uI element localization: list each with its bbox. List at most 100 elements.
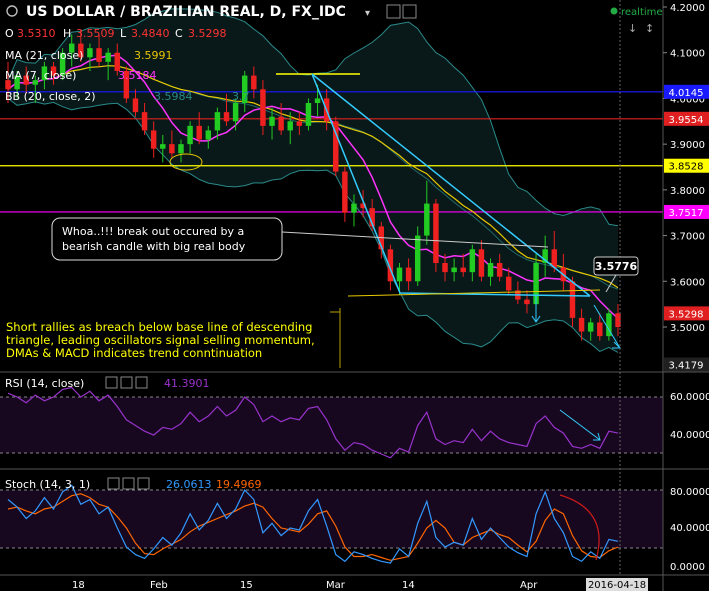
candle-body — [87, 48, 93, 58]
price-tick-label: 3.8000 — [670, 186, 705, 197]
time-label-15: 15 — [240, 580, 253, 591]
rsi-value: 41.3901 — [164, 377, 210, 390]
bb-label[interactable]: BB (20, close, 2) — [5, 90, 96, 103]
rsi-axis[interactable]: 60.0000 40.0000 — [670, 392, 709, 441]
candle-body — [433, 203, 439, 263]
candle-body — [587, 322, 594, 332]
candle-body — [524, 299, 530, 305]
candle-body — [251, 75, 257, 90]
rally-note-line-1: Short rallies as breach below base line … — [6, 320, 312, 334]
value-callout-text: 3.5776 — [595, 260, 638, 273]
bb-value: 3.5984 — [154, 90, 193, 103]
rsi-label[interactable]: RSI (14, close) — [5, 377, 84, 390]
symbol-title[interactable]: US DOLLAR / BRAZILIAN REAL, D, FX_IDC — [26, 4, 346, 20]
candle-body — [214, 112, 221, 131]
candle-body — [597, 322, 603, 337]
price-badge-label: 3.4179 — [669, 361, 704, 372]
stoch-k-value: 26.0613 — [166, 478, 212, 491]
candle-body — [178, 144, 184, 154]
candle-body — [424, 203, 430, 236]
callout-line-2: bearish candle with big real body — [62, 240, 246, 253]
stoch-label[interactable]: Stoch (14, 3, 1) — [5, 478, 90, 491]
time-label-feb: Feb — [150, 580, 168, 591]
stoch-d-value: 19.4969 — [216, 478, 262, 491]
candle-body — [169, 144, 175, 154]
price-tick-label: 3.6000 — [670, 277, 705, 288]
price-badge-label: 3.9554 — [669, 115, 704, 126]
high-label: H — [63, 27, 71, 40]
time-label-18: 18 — [72, 580, 85, 591]
rsi-tick-40: 40.0000 — [670, 430, 709, 441]
low-value: 3.4840 — [131, 27, 170, 40]
price-tick-label: 4.1000 — [670, 49, 705, 60]
scale-icon[interactable]: ↕ — [645, 22, 654, 35]
chart-stage: US DOLLAR / BRAZILIAN REAL, D, FX_IDC ▾ … — [0, 0, 709, 591]
high-value: 3.5509 — [76, 27, 115, 40]
candle-body — [260, 89, 266, 126]
time-label-14: 14 — [402, 580, 415, 591]
candle-body — [414, 235, 421, 282]
candle-body — [287, 121, 293, 131]
close-value: 3.5298 — [188, 27, 227, 40]
rsi-band — [0, 397, 663, 453]
ma7-label[interactable]: MA (7, close) — [5, 69, 76, 82]
scroll-down-icon[interactable]: ↓ — [628, 22, 637, 35]
price-tick-label: 4.2000 — [670, 3, 705, 14]
candle-body — [451, 267, 457, 273]
stoch-tick-80: 80.0000 — [670, 487, 709, 498]
candle-body — [150, 130, 157, 149]
candle-body — [551, 249, 557, 268]
candle-body — [105, 52, 111, 62]
candle-body — [469, 249, 476, 273]
candle-body — [187, 125, 193, 145]
close-label: C — [175, 27, 183, 40]
chart-canvas: US DOLLAR / BRAZILIAN REAL, D, FX_IDC ▾ … — [0, 0, 709, 591]
candle-body — [496, 263, 503, 277]
stoch-axis[interactable]: 80.0000 40.0000 0.0000 — [670, 487, 709, 573]
ma21-value: 3.5991 — [134, 49, 173, 62]
candle-body — [305, 103, 312, 126]
candle-body — [460, 267, 466, 273]
candle-body — [478, 249, 485, 277]
candle-body — [132, 98, 139, 113]
price-badge-label: 3.8528 — [669, 162, 704, 173]
candle-body — [405, 267, 412, 282]
price-badge-label: 3.5298 — [669, 309, 704, 320]
candle-body — [196, 125, 202, 140]
candle-body — [232, 103, 239, 122]
candle-body — [578, 317, 585, 332]
candle-body — [141, 112, 148, 131]
rsi-tick-60: 60.0000 — [670, 392, 709, 403]
rally-note-line-3: DMAs & MACD indicates trend conntinuatio… — [6, 346, 262, 360]
candle-body — [223, 112, 230, 122]
price-tick-label: 3.5000 — [670, 323, 705, 334]
price-badge-label: 3.7517 — [669, 208, 704, 219]
stoch-tick-40: 40.0000 — [670, 523, 709, 534]
candle-body — [96, 48, 102, 62]
stoch-tick-0: 0.0000 — [670, 562, 705, 573]
candle-body — [205, 130, 212, 140]
price-tick-label: 3.7000 — [670, 232, 705, 243]
current-date: 2016-04-18 — [588, 580, 646, 591]
time-label-apr: Apr — [520, 580, 538, 591]
ma21-label[interactable]: MA (21, close) — [5, 49, 83, 62]
price-badge-label: 4.0145 — [669, 88, 704, 99]
candle-body — [506, 276, 512, 291]
candle-body — [569, 281, 576, 318]
callout-line-1: Whoa..!!! break out occured by a — [62, 225, 244, 238]
candle-body — [442, 263, 448, 273]
time-axis[interactable]: 18 Feb 15 Mar 14 Apr 2016-04-18 — [72, 578, 648, 591]
time-label-mar: Mar — [326, 580, 346, 591]
realtime-status-icon — [610, 7, 618, 15]
ma7-value: 3.5184 — [118, 69, 157, 82]
low-label: L — [120, 27, 127, 40]
candle-body — [314, 98, 321, 103]
candle-body — [351, 203, 357, 213]
candle-body — [269, 116, 275, 126]
candle-body — [396, 267, 403, 282]
title-dropdown-icon[interactable]: ▾ — [365, 8, 370, 19]
candle-body — [278, 116, 284, 131]
realtime-status: realtime — [621, 7, 663, 18]
candle-body — [296, 121, 303, 126]
rally-note-line-2: triangle, leading oscillators signal sel… — [6, 333, 315, 347]
